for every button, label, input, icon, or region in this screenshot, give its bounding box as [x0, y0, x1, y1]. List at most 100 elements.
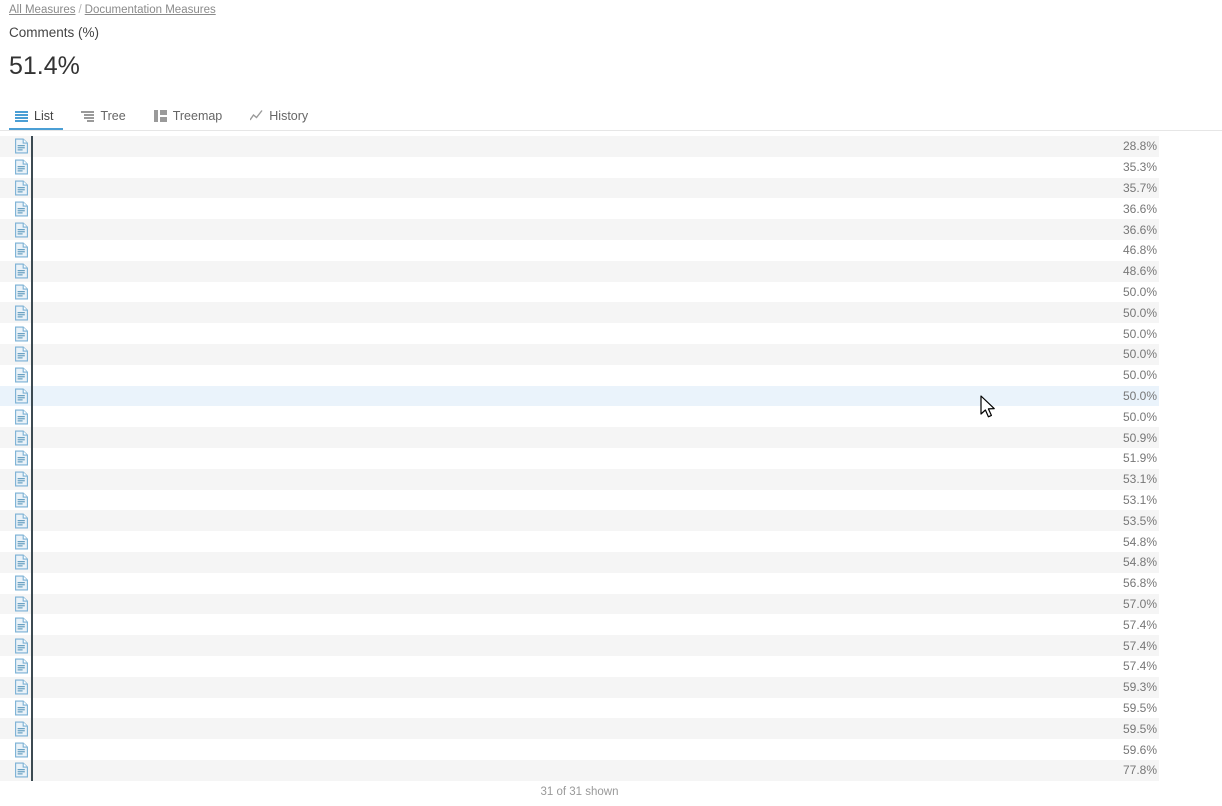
table-row[interactable]: 54.8% [0, 551, 1159, 573]
table-row[interactable]: 50.0% [0, 385, 1159, 407]
table-row[interactable]: 59.3% [0, 676, 1159, 698]
file-icon [15, 159, 28, 175]
file-icon [15, 575, 28, 591]
file-icon [15, 388, 28, 404]
row-measure-value: 57.4% [1122, 638, 1157, 653]
row-measure-value: 59.5% [1122, 700, 1157, 715]
file-icon [15, 450, 28, 466]
row-measure-value: 50.0% [1122, 409, 1157, 424]
table-row[interactable]: 51.9% [0, 447, 1159, 469]
row-measure-value: 50.0% [1122, 305, 1157, 320]
chart-baseline [31, 136, 33, 781]
file-icon [15, 638, 28, 653]
table-row[interactable]: 35.7% [0, 177, 1159, 199]
table-row[interactable]: 57.0% [0, 593, 1159, 615]
table-row[interactable]: 50.0% [0, 364, 1159, 386]
file-icon [15, 326, 28, 342]
file-icon [15, 284, 28, 300]
tab-treemap-label: Treemap [172, 109, 223, 123]
page-title: Comments (%) [9, 25, 100, 40]
tab-list[interactable]: List [9, 104, 64, 130]
row-measure-value: 51.9% [1122, 451, 1157, 466]
breadcrumb-item-documentation-measures[interactable]: Documentation Measures [85, 4, 216, 16]
row-measure-value: 53.5% [1122, 513, 1157, 528]
table-row[interactable]: 54.8% [0, 531, 1159, 552]
tab-bar: List Tree Treemap History [0, 104, 1222, 131]
table-row[interactable]: 50.0% [0, 406, 1159, 428]
row-measure-value: 50.9% [1122, 430, 1157, 445]
tab-tree[interactable]: Tree [75, 104, 135, 130]
row-measure-value: 35.3% [1122, 160, 1157, 175]
row-measure-value: 77.8% [1122, 763, 1157, 778]
row-measure-value: 28.8% [1122, 139, 1157, 154]
tab-tree-label: Tree [100, 109, 126, 123]
treemap-icon [153, 110, 167, 122]
file-icon [15, 596, 28, 612]
row-measure-value: 59.3% [1122, 680, 1157, 695]
row-measure-value: 54.8% [1122, 555, 1157, 570]
file-icon [15, 409, 28, 425]
file-icon [15, 367, 28, 383]
table-row[interactable]: 50.0% [0, 323, 1159, 344]
table-row[interactable]: 53.1% [0, 489, 1159, 511]
table-row[interactable]: 36.6% [0, 198, 1159, 220]
table-row[interactable]: 57.4% [0, 614, 1159, 636]
row-measure-value: 50.0% [1122, 347, 1157, 362]
row-measure-value: 50.0% [1122, 326, 1157, 341]
file-icon [15, 658, 28, 674]
tree-icon [81, 110, 95, 122]
file-icon [15, 222, 28, 238]
table-row[interactable]: 50.0% [0, 343, 1159, 365]
file-icon [15, 305, 28, 321]
history-icon [250, 110, 263, 122]
breadcrumb: All Measures / Documentation Measures [9, 3, 216, 17]
breadcrumb-item-all-measures[interactable]: All Measures [9, 4, 75, 16]
list-icon [15, 110, 28, 122]
table-row[interactable]: 59.5% [0, 718, 1159, 740]
table-row[interactable]: 59.5% [0, 697, 1159, 719]
row-measure-value: 35.7% [1122, 180, 1157, 195]
row-measure-value: 50.0% [1122, 368, 1157, 383]
tab-treemap[interactable]: Treemap [148, 104, 233, 130]
table-row[interactable]: 50.0% [0, 281, 1159, 303]
row-measure-value: 53.1% [1122, 492, 1157, 507]
row-measure-value: 57.0% [1122, 596, 1157, 611]
table-row[interactable]: 50.0% [0, 302, 1159, 324]
file-icon [15, 513, 28, 529]
row-measure-value: 57.4% [1122, 659, 1157, 674]
table-row[interactable]: 77.8% [0, 759, 1159, 781]
table-row[interactable]: 46.8% [0, 239, 1159, 261]
file-icon [15, 617, 28, 633]
file-icon [15, 201, 28, 217]
table-row[interactable]: 57.4% [0, 655, 1159, 677]
breadcrumb-separator: / [78, 4, 82, 16]
table-row[interactable]: 36.6% [0, 219, 1159, 240]
file-icon [15, 263, 28, 279]
table-row[interactable]: 56.8% [0, 572, 1159, 594]
file-icon [15, 242, 28, 258]
tab-list-label: List [34, 109, 54, 123]
row-measure-value: 46.8% [1122, 243, 1157, 258]
file-icon [15, 180, 28, 196]
file-icon [15, 742, 28, 757]
row-measure-value: 50.0% [1122, 284, 1157, 299]
tab-history[interactable]: History [244, 104, 318, 130]
table-row[interactable]: 35.3% [0, 156, 1159, 178]
file-icon [15, 700, 28, 716]
table-row[interactable]: 28.8% [0, 136, 1159, 157]
file-icon [15, 138, 28, 154]
row-measure-value: 36.6% [1122, 222, 1157, 237]
table-row[interactable]: 53.1% [0, 468, 1159, 490]
table-row[interactable]: 57.4% [0, 635, 1159, 656]
file-icon [15, 679, 28, 695]
table-row[interactable]: 59.6% [0, 739, 1159, 760]
row-measure-value: 53.1% [1122, 472, 1157, 487]
file-icon [15, 534, 28, 549]
table-row[interactable]: 48.6% [0, 260, 1159, 282]
row-measure-value: 57.4% [1122, 617, 1157, 632]
table-row[interactable]: 50.9% [0, 427, 1159, 448]
row-measure-value: 48.6% [1122, 264, 1157, 279]
table-row[interactable]: 53.5% [0, 510, 1159, 532]
row-measure-value: 50.0% [1122, 388, 1157, 403]
file-icon [15, 430, 28, 445]
